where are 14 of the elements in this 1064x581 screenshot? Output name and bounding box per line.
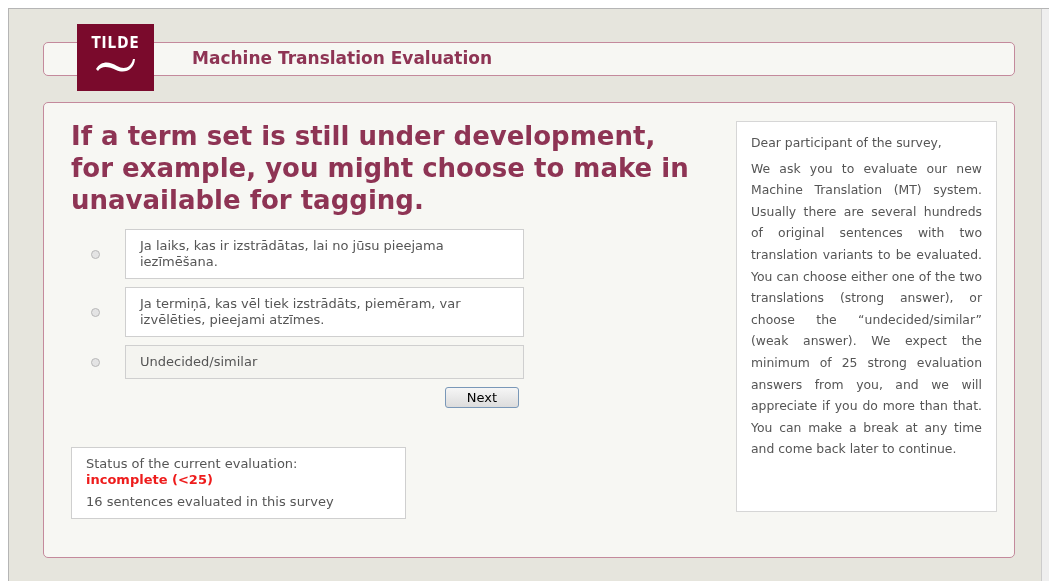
status-value: incomplete (<25) [86, 472, 214, 488]
logo: TILDE [77, 24, 154, 91]
radio-button[interactable] [91, 249, 100, 259]
question-heading: If a term set is still under development, for example, you might choose to make in unavailable for tagging. [71, 120, 690, 216]
page-title: Machine Translation Evaluation [192, 47, 492, 71]
greeting-text: Dear participant of the survey, [751, 134, 943, 152]
next-button[interactable]: Next [445, 387, 519, 408]
radio-button[interactable] [91, 307, 100, 317]
answer-option[interactable]: Ja termiņā, kas vēl tiek izstrādāts, piemēram, var izvēlēties, pieejami atzīmes. [125, 287, 524, 337]
info-text: We ask you to evaluate our new Machine Translation (MT) system. Usually there are several hundreds of original sentences with two translation variants to be evaluated. You can choose either one of the two translations (strong answer), or choose the “undecided/similar” (weak answer). We expect the minimum of 25 strong evaluation answers from you, and we will appreciate if you do more than that. You can make a break at any time and come back later to continue. [751, 159, 982, 459]
status-label: Status of the current evaluation: [86, 456, 299, 472]
answer-option[interactable]: Ja laiks, kas ir izstrādātas, lai no jūsu pieejama iezīmēšana. [125, 229, 524, 279]
sentence-count: 16 sentences evaluated in this survey [86, 494, 335, 510]
radio-button[interactable] [91, 357, 100, 367]
